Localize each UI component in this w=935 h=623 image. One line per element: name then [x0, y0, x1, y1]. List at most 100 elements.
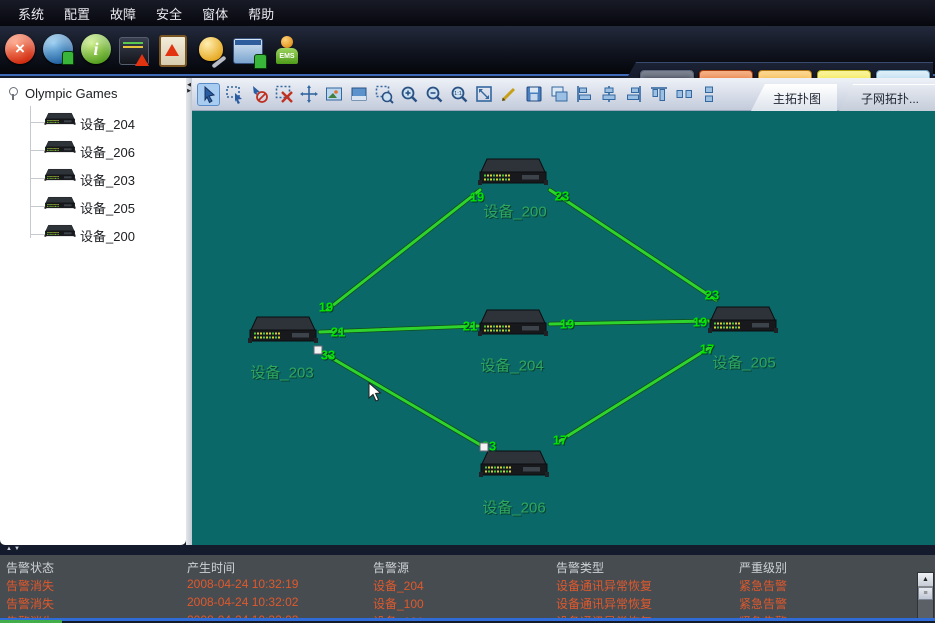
- zoom-out-icon[interactable]: [422, 83, 445, 106]
- topology-toolbar: 1:1 主拓扑图 子网拓扑...: [192, 78, 935, 111]
- tree-root-label: Olympic Games: [25, 86, 117, 101]
- alarm-cell-type: 设备通讯异常恢复: [556, 577, 652, 594]
- topology-tabs: 主拓扑图 子网拓扑...: [751, 84, 935, 110]
- alarm-cell-severity: 紧急告警: [739, 577, 787, 594]
- tab-main-topology[interactable]: 主拓扑图: [751, 84, 837, 111]
- alarm-cell-status: 告警消失: [6, 577, 54, 594]
- menu-item-5[interactable]: 帮助: [238, 1, 284, 26]
- menu-bar: 系统配置故障安全窗体帮助: [0, 0, 935, 26]
- tree-connector: [30, 122, 44, 123]
- tab-subnet-topology[interactable]: 子网拓扑...: [839, 84, 935, 111]
- alarm-table: 告警状态 产生时间 告警源 告警类型 严重级别 告警消失 2008-04-24 10:32…: [0, 555, 935, 618]
- alarm-board-icon[interactable]: [157, 34, 189, 66]
- ems-label: EMS: [276, 48, 298, 64]
- delete-selection-icon[interactable]: [272, 83, 295, 106]
- select-pointer-icon[interactable]: [197, 83, 220, 106]
- splitter-collapse-icon[interactable]: ▲▼: [6, 546, 22, 552]
- main-toolbar: × i EMS 00000: [0, 26, 935, 76]
- cascade-windows-icon[interactable]: [547, 83, 570, 106]
- person-overlay-icon: [62, 51, 74, 65]
- sidebar-item-设备_204[interactable]: 设备_204: [0, 110, 186, 134]
- topology-device-设备_206[interactable]: [478, 449, 550, 479]
- scroll-thumb[interactable]: ≡: [918, 587, 933, 600]
- alarm-cell-source: 设备_100: [373, 595, 424, 612]
- person-overlay-icon: [254, 54, 267, 69]
- tree-root[interactable]: Olympic Games: [8, 86, 117, 101]
- port-label: 17: [700, 342, 714, 357]
- move-node-icon[interactable]: [297, 83, 320, 106]
- tree-connector: [30, 178, 44, 179]
- port-label: 23: [555, 189, 569, 204]
- ems-user-icon[interactable]: EMS: [271, 34, 303, 66]
- close-icon[interactable]: ×: [5, 34, 37, 66]
- menu-item-4[interactable]: 窗体: [192, 1, 238, 26]
- alarm-cell-type: 设备通讯异常恢复: [556, 595, 652, 612]
- alarm-bell-icon[interactable]: [195, 34, 227, 66]
- link-selection-handle[interactable]: [480, 443, 489, 452]
- device-icon: [44, 112, 76, 131]
- topology-device-设备_203[interactable]: [247, 315, 319, 345]
- distribute-vertical-icon[interactable]: [697, 83, 720, 106]
- background-image-icon[interactable]: [322, 83, 345, 106]
- window-manager-icon[interactable]: [233, 34, 265, 66]
- menu-item-3[interactable]: 安全: [146, 1, 192, 26]
- topology-globe-icon[interactable]: [43, 34, 75, 66]
- mouse-cursor: [368, 382, 384, 409]
- zoom-area-icon[interactable]: [372, 83, 395, 106]
- distribute-horizontal-icon[interactable]: [672, 83, 695, 106]
- device-label: 设备_204: [480, 355, 543, 376]
- tree-expander-icon[interactable]: [8, 87, 17, 100]
- menu-item-0[interactable]: 系统: [8, 1, 54, 26]
- alarm-column-header[interactable]: 告警类型: [556, 559, 604, 576]
- sidebar-item-设备_200[interactable]: 设备_200: [0, 222, 186, 246]
- align-center-icon[interactable]: [597, 83, 620, 106]
- topology-canvas[interactable]: 设备_200 设备_203 设备_204 设备_205 设备_206191923…: [192, 111, 935, 545]
- topology-device-设备_204[interactable]: [477, 308, 549, 338]
- link-selection-handle[interactable]: [314, 346, 323, 355]
- port-label: 19: [470, 190, 484, 205]
- port-label: 17: [553, 433, 567, 448]
- alarm-column-header[interactable]: 严重级别: [739, 559, 787, 576]
- zoom-actual-icon[interactable]: 1:1: [447, 83, 470, 106]
- zoom-in-icon[interactable]: [397, 83, 420, 106]
- info-icon[interactable]: i: [81, 34, 113, 66]
- port-label: 23: [705, 288, 719, 303]
- align-left-icon[interactable]: [572, 83, 595, 106]
- port-label: 19: [319, 300, 333, 315]
- fault-monitor-icon[interactable]: [119, 34, 151, 66]
- device-label: 设备_205: [712, 352, 775, 373]
- draw-link-icon[interactable]: [497, 83, 520, 106]
- tree-connector: [30, 234, 44, 235]
- nms-window: 系统配置故障安全窗体帮助 × i EMS 00000 Olympic Games…: [0, 0, 935, 623]
- cancel-select-icon[interactable]: [247, 83, 270, 106]
- menu-item-1[interactable]: 配置: [54, 1, 100, 26]
- align-top-icon[interactable]: [647, 83, 670, 106]
- topology-device-设备_200[interactable]: [477, 157, 549, 187]
- tree-connector: [30, 206, 44, 207]
- tree-connector: [30, 150, 44, 151]
- device-label: 设备_200: [483, 201, 546, 222]
- alarm-cell-status: 告警消失: [6, 595, 54, 612]
- sidebar-item-设备_203[interactable]: 设备_203: [0, 166, 186, 190]
- align-right-icon[interactable]: [622, 83, 645, 106]
- port-label: 21: [331, 325, 345, 340]
- alarm-cell-source: 设备_204: [373, 577, 424, 594]
- sidebar-item-设备_205[interactable]: 设备_205: [0, 194, 186, 218]
- alarm-cell-time: 2008-04-24 10:32:19: [187, 577, 298, 591]
- marquee-select-icon[interactable]: [222, 83, 245, 106]
- horizontal-splitter[interactable]: ▲▼: [0, 545, 935, 555]
- sidebar-item-设备_206[interactable]: 设备_206: [0, 138, 186, 162]
- fit-view-icon[interactable]: [472, 83, 495, 106]
- device-icon: [44, 224, 76, 243]
- alarm-column-header[interactable]: 告警源: [373, 559, 409, 576]
- save-topology-icon[interactable]: [522, 83, 545, 106]
- alarm-column-header[interactable]: 告警状态: [6, 559, 54, 576]
- alarm-column-header[interactable]: 产生时间: [187, 559, 235, 576]
- show-panel-icon[interactable]: [347, 83, 370, 106]
- port-label: 19: [693, 315, 707, 330]
- menu-item-2[interactable]: 故障: [100, 1, 146, 26]
- svg-text:1:1: 1:1: [454, 91, 462, 97]
- topology-device-设备_205[interactable]: [707, 305, 779, 335]
- scroll-up-icon[interactable]: ▲: [918, 573, 933, 587]
- alarm-table-scrollbar[interactable]: ▲ ≡: [917, 572, 934, 618]
